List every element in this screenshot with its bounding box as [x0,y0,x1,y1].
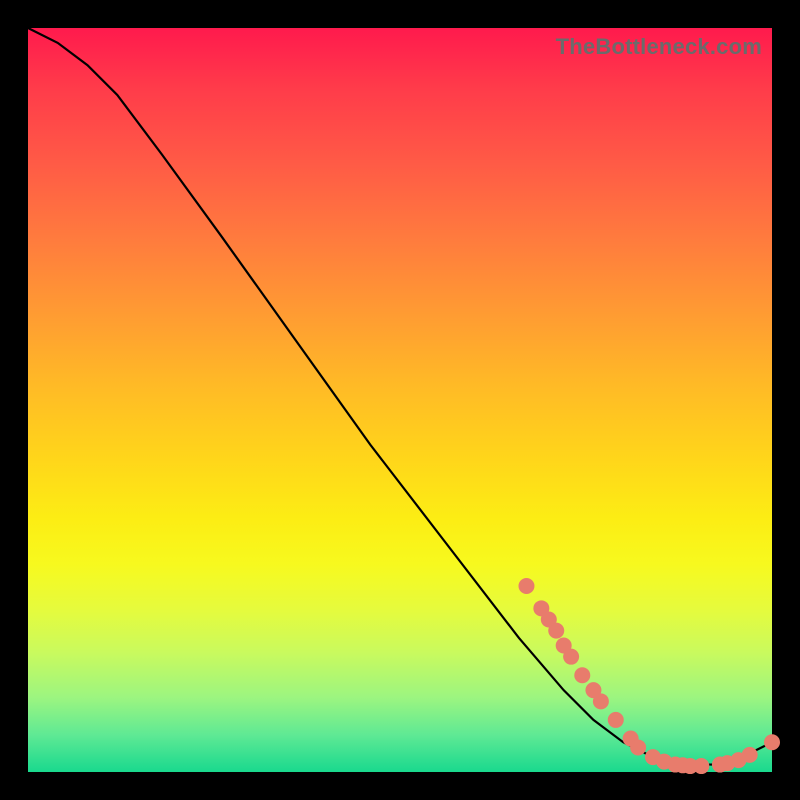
data-marker [764,734,780,750]
chart-stage: TheBottleneck.com [0,0,800,800]
curve-svg [28,28,772,772]
data-marker [574,667,590,683]
data-marker [518,578,534,594]
data-marker [563,649,579,665]
plot-area: TheBottleneck.com [28,28,772,772]
data-marker [693,758,709,774]
bottleneck-curve [28,28,772,765]
data-marker [742,747,758,763]
marker-group [518,578,780,774]
data-marker [548,623,564,639]
data-marker [608,712,624,728]
data-marker [630,739,646,755]
data-marker [593,693,609,709]
